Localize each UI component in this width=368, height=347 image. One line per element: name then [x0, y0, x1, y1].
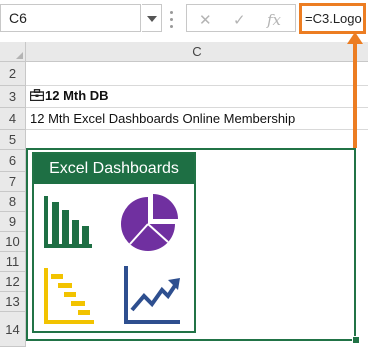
row-header[interactable]: 12 [0, 272, 26, 292]
row-header[interactable]: 6 [0, 150, 26, 172]
cell-c4[interactable]: 12 Mth Excel Dashboards Online Membershi… [30, 111, 295, 126]
row-header[interactable]: 14 [0, 312, 26, 347]
gridline [26, 85, 368, 86]
check-icon[interactable]: ✓ [233, 11, 246, 29]
name-box[interactable]: C6 [0, 4, 141, 32]
fill-handle[interactable] [352, 336, 360, 344]
column-header-c[interactable]: C [26, 42, 368, 62]
formula-bar-buttons: ✕ ✓ fx [186, 4, 296, 32]
row-header[interactable]: 3 [0, 86, 26, 108]
row-header[interactable]: 9 [0, 212, 26, 232]
pie-chart-icon [121, 194, 178, 251]
select-all-triangle-icon [16, 52, 23, 59]
annotation-arrow-line [353, 36, 357, 148]
row-header[interactable]: 13 [0, 292, 26, 312]
bar-chart-icon [44, 196, 92, 248]
cell-c3-text: 12 Mth DB [45, 88, 109, 103]
row-header[interactable]: 5 [0, 130, 26, 150]
cell-c3[interactable]: 12 Mth DB [29, 88, 109, 103]
chevron-down-icon [147, 16, 157, 22]
gantt-chart-icon [44, 268, 94, 324]
gridline [26, 129, 368, 130]
row-header[interactable]: 8 [0, 192, 26, 212]
formula-input[interactable]: =C3.Logo [299, 3, 366, 34]
line-chart-icon [124, 266, 180, 324]
briefcase-icon [29, 89, 45, 102]
row-header[interactable]: 11 [0, 252, 26, 272]
row-header[interactable]: 2 [0, 62, 26, 86]
fx-icon[interactable]: fx [267, 11, 281, 29]
cancel-icon[interactable]: ✕ [199, 11, 212, 29]
row-header[interactable]: 4 [0, 108, 26, 130]
name-box-dropdown[interactable] [142, 4, 162, 32]
logo-title: Excel Dashboards [34, 154, 194, 184]
gridline [26, 107, 368, 108]
row-header[interactable]: 10 [0, 232, 26, 252]
row-header[interactable]: 7 [0, 172, 26, 192]
formula-bar-splitter[interactable] [170, 8, 174, 30]
arrow-up-icon [347, 32, 363, 44]
